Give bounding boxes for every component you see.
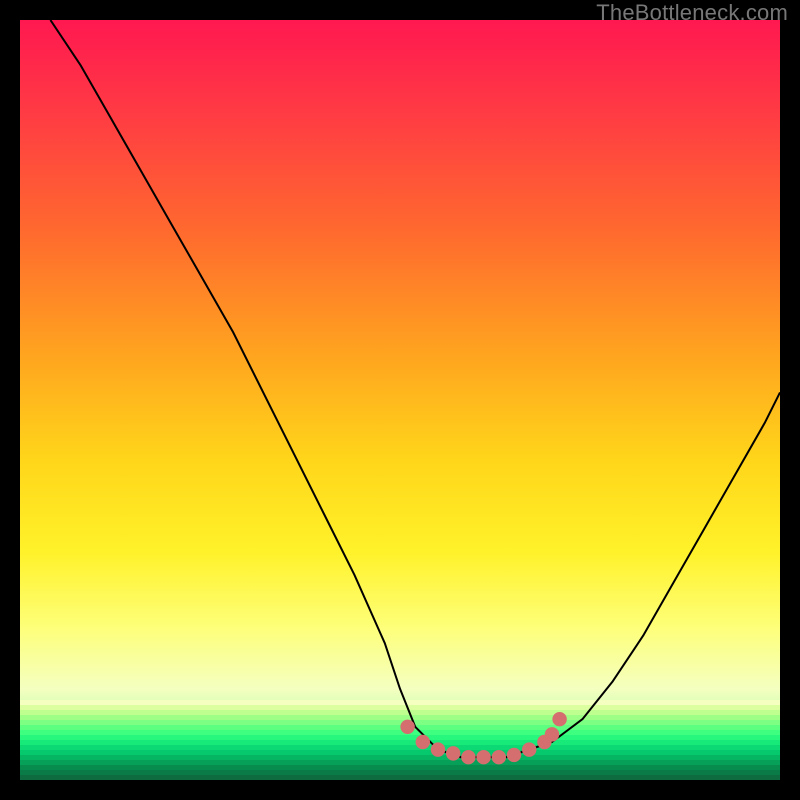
- chart-frame: TheBottleneck.com: [0, 0, 800, 800]
- heat-gradient-background: [20, 20, 780, 780]
- watermark-text: TheBottleneck.com: [596, 0, 788, 26]
- plot-area: [20, 20, 780, 780]
